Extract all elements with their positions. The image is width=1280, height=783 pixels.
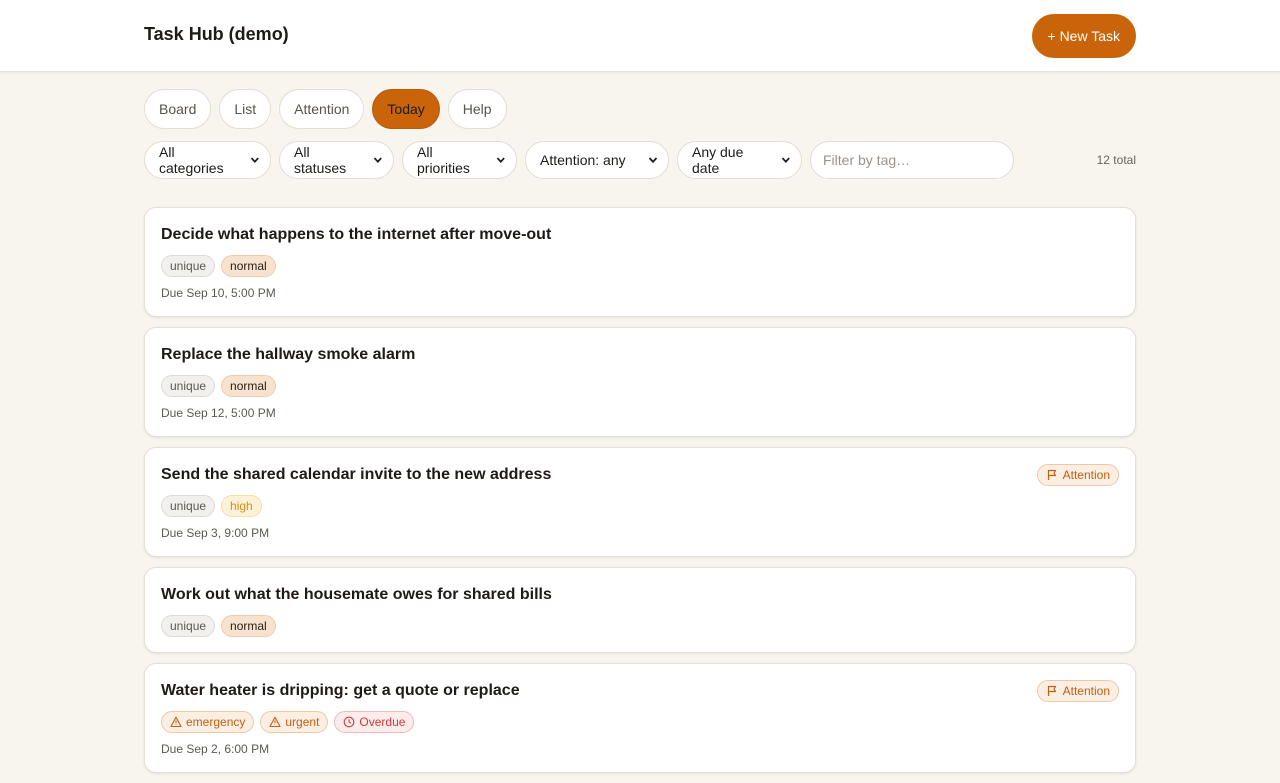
chevron-down-icon	[374, 157, 383, 164]
emergency-chip: emergency	[161, 711, 255, 733]
task-title: Send the shared calendar invite to the n…	[161, 466, 552, 483]
attention-label: Attention	[1062, 684, 1110, 698]
type-chip: unique	[161, 255, 216, 277]
chevron-down-icon	[648, 157, 658, 164]
task-card[interactable]: Water heater is dripping: get a quote or…	[144, 663, 1136, 773]
due-filter-value: Any due date	[692, 144, 744, 176]
flag-icon	[1047, 469, 1056, 480]
app-header: Task Hub (demo) + New Task	[0, 0, 1280, 72]
type-chip: unique	[161, 615, 216, 637]
task-due: Due Sep 10, 5:00 PM	[161, 286, 276, 300]
attention-label: Attention	[1062, 468, 1110, 482]
type-chip: unique	[161, 375, 216, 397]
priority-chip: high	[221, 495, 262, 517]
urgent-chip: urgent	[260, 711, 329, 733]
task-card[interactable]: Send the shared calendar invite to the n…	[144, 447, 1136, 557]
filter-bar: All categories All statuses All prioriti…	[144, 141, 1014, 179]
attention-filter-value: Attention: any	[540, 152, 626, 168]
task-chips: unique normal	[161, 375, 1119, 397]
flag-icon	[1047, 685, 1056, 696]
overdue-chip-label: Overdue	[359, 715, 406, 729]
tag-filter-input[interactable]	[810, 141, 1014, 179]
task-count: 12 total	[1096, 153, 1136, 167]
urgent-chip-label: urgent	[285, 715, 320, 729]
priority-filter-value: All priorities	[417, 144, 470, 176]
type-chip: unique	[161, 495, 216, 517]
task-chips: unique normal	[161, 255, 1119, 277]
warning-triangle-icon	[269, 716, 281, 728]
task-title: Work out what the housemate owes for sha…	[161, 586, 552, 603]
chevron-down-icon	[251, 157, 260, 164]
task-title: Water heater is dripping: get a quote or…	[161, 682, 520, 699]
task-title: Replace the hallway smoke alarm	[161, 346, 416, 363]
status-filter-value: All statuses	[294, 144, 347, 176]
tab-help[interactable]: Help	[447, 89, 507, 129]
chevron-down-icon	[782, 157, 791, 164]
task-card[interactable]: Replace the hallway smoke alarm unique n…	[144, 327, 1136, 437]
attention-filter-select[interactable]: Attention: any	[525, 141, 669, 179]
attention-badge[interactable]: Attention	[1036, 464, 1119, 486]
new-task-button[interactable]: + New Task	[1031, 14, 1136, 58]
priority-filter-select[interactable]: All priorities	[402, 141, 517, 179]
app-title: Task Hub (demo)	[144, 24, 289, 44]
tab-board[interactable]: Board	[144, 89, 212, 129]
tab-list[interactable]: List	[219, 89, 272, 129]
tab-today[interactable]: Today	[372, 89, 440, 129]
task-due: Due Sep 12, 5:00 PM	[161, 406, 276, 420]
emergency-chip-label: emergency	[186, 715, 246, 729]
due-filter-select[interactable]: Any due date	[677, 141, 802, 179]
task-chips: emergency urgent Overdue	[161, 711, 1119, 733]
task-card[interactable]: Work out what the housemate owes for sha…	[144, 567, 1136, 653]
priority-chip: normal	[221, 615, 276, 637]
task-due: Due Sep 2, 6:00 PM	[161, 742, 270, 756]
task-list: Decide what happens to the internet afte…	[144, 207, 1136, 783]
clock-icon	[344, 716, 355, 728]
task-card[interactable]: Decide what happens to the internet afte…	[144, 207, 1136, 317]
task-chips: unique high	[161, 495, 1119, 517]
tab-attention[interactable]: Attention	[279, 89, 365, 129]
category-filter-select[interactable]: All categories	[144, 141, 271, 179]
warning-triangle-icon	[170, 716, 182, 728]
attention-badge[interactable]: Attention	[1036, 680, 1119, 702]
status-filter-select[interactable]: All statuses	[279, 141, 394, 179]
priority-chip: normal	[221, 255, 276, 277]
view-tabs: Board List Attention Today Help	[144, 89, 507, 129]
overdue-chip: Overdue	[334, 711, 415, 733]
chevron-down-icon	[497, 157, 506, 164]
priority-chip: normal	[221, 375, 276, 397]
task-chips: unique normal	[161, 615, 1119, 637]
category-filter-value: All categories	[159, 144, 224, 176]
task-title: Decide what happens to the internet afte…	[161, 226, 552, 243]
task-due: Due Sep 3, 9:00 PM	[161, 526, 270, 540]
